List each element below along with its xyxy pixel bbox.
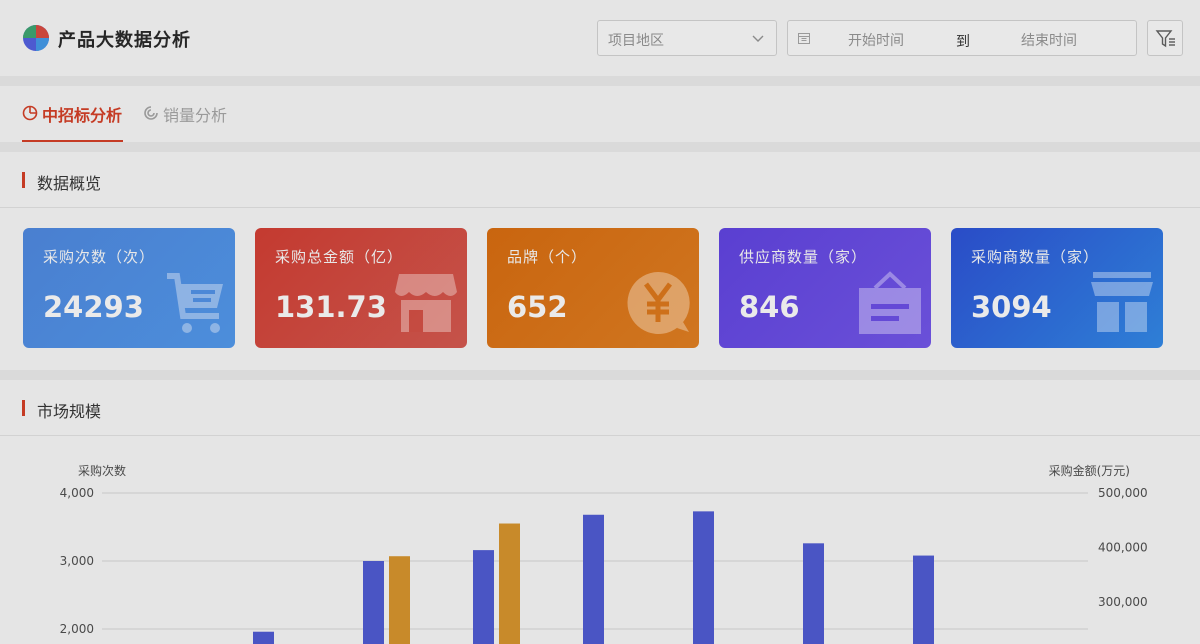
market-title: 市场规模 <box>37 402 102 421</box>
chart-bar <box>389 556 410 644</box>
shopping-cart-icon <box>167 273 223 333</box>
stat-label: 采购商数量（家） <box>971 248 1100 266</box>
overview-title: 数据概览 <box>37 174 102 193</box>
tab-sales-analysis[interactable]: 销量分析 <box>143 102 227 142</box>
tab-bar: 中招标分析 销量分析 <box>0 86 1200 142</box>
filter-icon <box>1155 30 1175 48</box>
overview-header: 数据概览 <box>0 152 1200 208</box>
stat-value: 131.73 <box>275 290 387 324</box>
market-bar-chart: 采购次数 采购金额(万元) 4,000 3,000 2,000 500,000 400,00… <box>60 463 1148 644</box>
pie-chart-logo-icon <box>23 25 49 51</box>
stat-value: 846 <box>739 290 800 324</box>
overview-section: 数据概览 采购次数（次） 24293 采购总金额（亿） 131.73 品牌（个）… <box>0 152 1200 370</box>
stat-label: 品牌（个） <box>507 248 588 266</box>
y2-axis-title: 采购金额(万元) <box>1049 463 1130 478</box>
stat-card-total-amount: 采购总金额（亿） 131.73 <box>255 228 467 348</box>
section-accent-bar <box>22 172 25 188</box>
pie-icon <box>22 105 38 121</box>
top-header: 产品大数据分析 项目地区 开始时间 到 结束时间 <box>0 0 1200 76</box>
chart-bar <box>473 550 494 644</box>
date-separator: 到 <box>956 34 970 50</box>
chart-bar <box>499 523 520 644</box>
y2-tick-label: 300,000 <box>1098 595 1148 609</box>
y2-tick-label: 400,000 <box>1098 541 1148 555</box>
refresh-chart-icon <box>144 106 158 120</box>
stat-card-suppliers: 供应商数量（家） 846 <box>719 228 931 348</box>
hanging-sign-icon <box>859 271 921 334</box>
y-tick-label: 2,000 <box>60 622 94 636</box>
end-date-input[interactable]: 结束时间 <box>1021 30 1077 50</box>
shop-front-icon <box>1091 272 1153 332</box>
stat-value: 652 <box>507 290 568 324</box>
stat-label: 采购总金额（亿） <box>275 248 404 266</box>
chevron-down-icon <box>752 35 764 42</box>
chart-bar <box>693 511 714 644</box>
y2-tick-label: 500,000 <box>1098 486 1148 500</box>
tab-label: 中招标分析 <box>42 106 123 125</box>
region-select[interactable]: 项目地区 <box>597 20 777 56</box>
yuan-coin-icon <box>627 271 690 334</box>
store-icon <box>395 274 457 332</box>
market-section: 市场规模 采购次数 采购金额(万元) 4,000 3,000 2,000 500,000 4… <box>0 380 1200 644</box>
chart-bar <box>253 631 274 644</box>
stat-value: 3094 <box>971 290 1052 324</box>
tab-tender-analysis[interactable]: 中招标分析 <box>22 102 123 142</box>
chart-bar <box>803 543 824 644</box>
chart-bar <box>363 561 384 644</box>
chart-bar <box>913 555 934 644</box>
tab-label: 销量分析 <box>163 106 228 125</box>
section-accent-bar <box>22 400 25 416</box>
filter-button[interactable] <box>1147 20 1183 56</box>
app-title: 产品大数据分析 <box>58 30 191 51</box>
stat-label: 采购次数（次） <box>43 248 156 266</box>
start-date-input[interactable]: 开始时间 <box>848 30 904 50</box>
stat-label: 供应商数量（家） <box>739 248 868 266</box>
stat-value: 24293 <box>43 290 144 324</box>
calendar-icon <box>798 33 810 44</box>
stat-card-brands: 品牌（个） 652 <box>487 228 699 348</box>
date-range-picker[interactable]: 开始时间 到 结束时间 <box>787 20 1137 56</box>
stat-card-buyers: 采购商数量（家） 3094 <box>951 228 1163 348</box>
chart-bar <box>583 514 604 644</box>
y-tick-label: 3,000 <box>60 554 94 568</box>
y-tick-label: 4,000 <box>60 486 94 500</box>
stat-card-purchase-count: 采购次数（次） 24293 <box>23 228 235 348</box>
region-select-placeholder: 项目地区 <box>608 33 664 49</box>
market-header: 市场规模 <box>0 380 1200 436</box>
y-axis-title: 采购次数 <box>78 463 126 478</box>
